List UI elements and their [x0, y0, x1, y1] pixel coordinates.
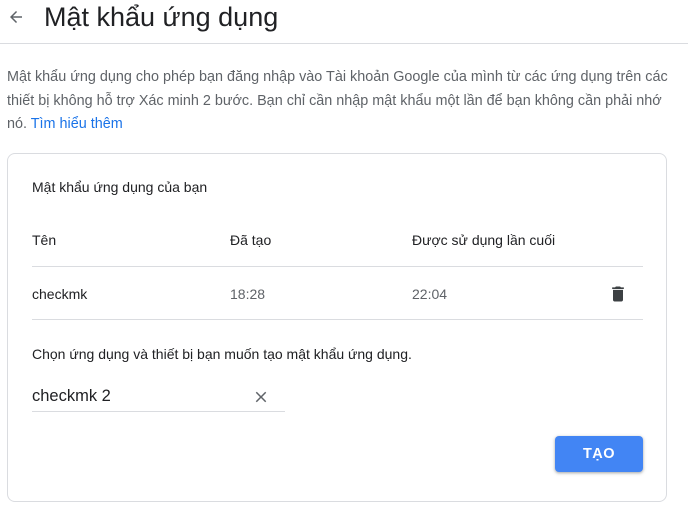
learn-more-link[interactable]: Tìm hiểu thêm [31, 116, 123, 132]
column-header-name: Tên [32, 232, 57, 248]
arrow-back-icon [10, 11, 22, 23]
app-passwords-card: Mật khẩu ứng dụng của bạn Tên Đã tạo Đượ… [7, 153, 667, 502]
page-description: Mật khẩu ứng dụng cho phép bạn đăng nhập… [7, 66, 677, 137]
clear-input-button[interactable] [251, 387, 271, 407]
row-created: 18:28 [230, 286, 266, 302]
column-header-last-used: Được sử dụng lần cuối [412, 232, 556, 248]
trash-icon [612, 286, 624, 302]
page-title: Mật khẩu ứng dụng [44, 2, 279, 32]
close-icon [255, 391, 267, 403]
row-name: checkmk [32, 286, 88, 302]
table-row-divider [32, 319, 643, 320]
back-button[interactable] [4, 4, 28, 30]
table-header-divider [32, 266, 643, 267]
card-title: Mật khẩu ứng dụng của bạn [32, 179, 208, 195]
create-button[interactable]: TẠO [555, 436, 643, 472]
row-last-used: 22:04 [412, 286, 448, 302]
delete-password-button[interactable] [607, 282, 629, 306]
app-name-input[interactable] [32, 385, 242, 407]
column-header-created: Đã tạo [230, 232, 272, 248]
page-header: Mật khẩu ứng dụng [0, 0, 688, 44]
select-app-prompt: Chọn ứng dụng và thiết bị bạn muốn tạo m… [32, 346, 412, 362]
app-name-field [32, 383, 285, 412]
